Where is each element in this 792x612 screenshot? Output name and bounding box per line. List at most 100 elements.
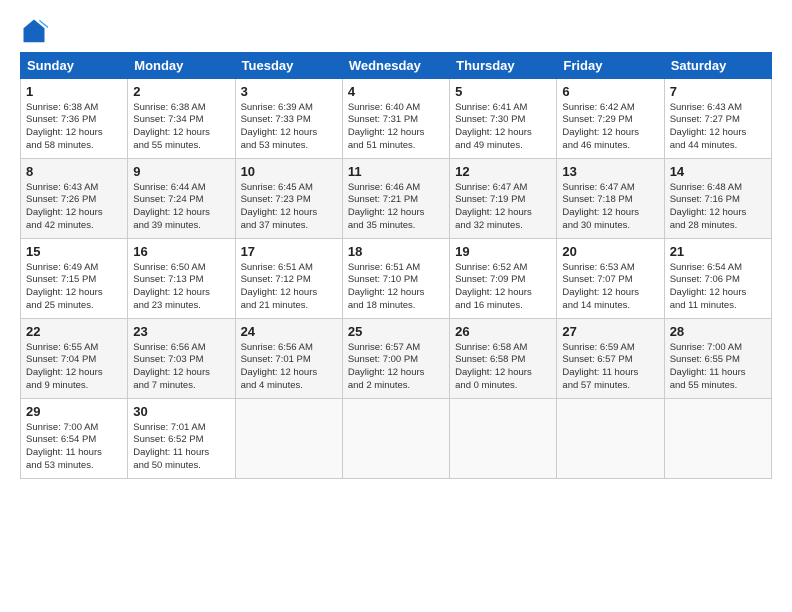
day-info: Sunrise: 6:45 AMSunset: 7:23 PMDaylight:…: [241, 182, 337, 233]
day-cell: 7Sunrise: 6:43 AMSunset: 7:27 PMDaylight…: [664, 79, 771, 159]
day-cell: 9Sunrise: 6:44 AMSunset: 7:24 PMDaylight…: [128, 159, 235, 239]
day-number: 8: [26, 163, 122, 181]
weekday-sunday: Sunday: [21, 53, 128, 79]
day-info: Sunrise: 6:38 AMSunset: 7:36 PMDaylight:…: [26, 102, 122, 153]
calendar-table: SundayMondayTuesdayWednesdayThursdayFrid…: [20, 52, 772, 479]
day-info: Sunrise: 6:47 AMSunset: 7:19 PMDaylight:…: [455, 182, 551, 233]
day-info: Sunrise: 6:51 AMSunset: 7:10 PMDaylight:…: [348, 262, 444, 313]
day-cell: 22Sunrise: 6:55 AMSunset: 7:04 PMDayligh…: [21, 319, 128, 399]
day-info: Sunrise: 6:46 AMSunset: 7:21 PMDaylight:…: [348, 182, 444, 233]
day-info: Sunrise: 6:59 AMSunset: 6:57 PMDaylight:…: [562, 342, 658, 393]
day-cell: 26Sunrise: 6:58 AMSunset: 6:58 PMDayligh…: [450, 319, 557, 399]
day-info: Sunrise: 6:54 AMSunset: 7:06 PMDaylight:…: [670, 262, 766, 313]
day-number: 25: [348, 323, 444, 341]
day-info: Sunrise: 7:01 AMSunset: 6:52 PMDaylight:…: [133, 422, 229, 473]
day-info: Sunrise: 6:47 AMSunset: 7:18 PMDaylight:…: [562, 182, 658, 233]
weekday-friday: Friday: [557, 53, 664, 79]
day-number: 5: [455, 83, 551, 101]
day-number: 21: [670, 243, 766, 261]
page-header: [20, 16, 772, 44]
week-row-2: 8Sunrise: 6:43 AMSunset: 7:26 PMDaylight…: [21, 159, 772, 239]
day-info: Sunrise: 6:58 AMSunset: 6:58 PMDaylight:…: [455, 342, 551, 393]
day-info: Sunrise: 6:55 AMSunset: 7:04 PMDaylight:…: [26, 342, 122, 393]
day-number: 13: [562, 163, 658, 181]
day-cell: 5Sunrise: 6:41 AMSunset: 7:30 PMDaylight…: [450, 79, 557, 159]
day-number: 27: [562, 323, 658, 341]
day-info: Sunrise: 7:00 AMSunset: 6:55 PMDaylight:…: [670, 342, 766, 393]
day-cell: 14Sunrise: 6:48 AMSunset: 7:16 PMDayligh…: [664, 159, 771, 239]
day-number: 14: [670, 163, 766, 181]
week-row-4: 22Sunrise: 6:55 AMSunset: 7:04 PMDayligh…: [21, 319, 772, 399]
day-number: 1: [26, 83, 122, 101]
day-info: Sunrise: 6:51 AMSunset: 7:12 PMDaylight:…: [241, 262, 337, 313]
day-number: 7: [670, 83, 766, 101]
day-info: Sunrise: 6:40 AMSunset: 7:31 PMDaylight:…: [348, 102, 444, 153]
day-info: Sunrise: 6:42 AMSunset: 7:29 PMDaylight:…: [562, 102, 658, 153]
day-cell: 11Sunrise: 6:46 AMSunset: 7:21 PMDayligh…: [342, 159, 449, 239]
day-number: 4: [348, 83, 444, 101]
day-info: Sunrise: 6:49 AMSunset: 7:15 PMDaylight:…: [26, 262, 122, 313]
calendar-body: 1Sunrise: 6:38 AMSunset: 7:36 PMDaylight…: [21, 79, 772, 479]
day-info: Sunrise: 6:39 AMSunset: 7:33 PMDaylight:…: [241, 102, 337, 153]
day-number: 24: [241, 323, 337, 341]
day-info: Sunrise: 6:57 AMSunset: 7:00 PMDaylight:…: [348, 342, 444, 393]
day-cell: 12Sunrise: 6:47 AMSunset: 7:19 PMDayligh…: [450, 159, 557, 239]
day-info: Sunrise: 6:43 AMSunset: 7:26 PMDaylight:…: [26, 182, 122, 233]
day-cell: [235, 399, 342, 479]
day-number: 6: [562, 83, 658, 101]
day-number: 20: [562, 243, 658, 261]
day-number: 2: [133, 83, 229, 101]
day-cell: [664, 399, 771, 479]
day-info: Sunrise: 6:52 AMSunset: 7:09 PMDaylight:…: [455, 262, 551, 313]
day-info: Sunrise: 7:00 AMSunset: 6:54 PMDaylight:…: [26, 422, 122, 473]
day-number: 23: [133, 323, 229, 341]
day-number: 11: [348, 163, 444, 181]
logo: [20, 16, 52, 44]
day-number: 17: [241, 243, 337, 261]
weekday-tuesday: Tuesday: [235, 53, 342, 79]
logo-icon: [20, 16, 48, 44]
day-info: Sunrise: 6:50 AMSunset: 7:13 PMDaylight:…: [133, 262, 229, 313]
day-cell: 21Sunrise: 6:54 AMSunset: 7:06 PMDayligh…: [664, 239, 771, 319]
week-row-5: 29Sunrise: 7:00 AMSunset: 6:54 PMDayligh…: [21, 399, 772, 479]
day-cell: 13Sunrise: 6:47 AMSunset: 7:18 PMDayligh…: [557, 159, 664, 239]
day-cell: 10Sunrise: 6:45 AMSunset: 7:23 PMDayligh…: [235, 159, 342, 239]
week-row-1: 1Sunrise: 6:38 AMSunset: 7:36 PMDaylight…: [21, 79, 772, 159]
day-number: 18: [348, 243, 444, 261]
day-info: Sunrise: 6:38 AMSunset: 7:34 PMDaylight:…: [133, 102, 229, 153]
day-cell: 4Sunrise: 6:40 AMSunset: 7:31 PMDaylight…: [342, 79, 449, 159]
day-cell: 23Sunrise: 6:56 AMSunset: 7:03 PMDayligh…: [128, 319, 235, 399]
day-cell: 8Sunrise: 6:43 AMSunset: 7:26 PMDaylight…: [21, 159, 128, 239]
day-cell: 30Sunrise: 7:01 AMSunset: 6:52 PMDayligh…: [128, 399, 235, 479]
day-number: 15: [26, 243, 122, 261]
day-info: Sunrise: 6:53 AMSunset: 7:07 PMDaylight:…: [562, 262, 658, 313]
day-cell: 2Sunrise: 6:38 AMSunset: 7:34 PMDaylight…: [128, 79, 235, 159]
day-number: 28: [670, 323, 766, 341]
day-cell: [557, 399, 664, 479]
day-number: 19: [455, 243, 551, 261]
day-number: 16: [133, 243, 229, 261]
day-info: Sunrise: 6:43 AMSunset: 7:27 PMDaylight:…: [670, 102, 766, 153]
day-info: Sunrise: 6:44 AMSunset: 7:24 PMDaylight:…: [133, 182, 229, 233]
day-cell: [450, 399, 557, 479]
day-cell: 3Sunrise: 6:39 AMSunset: 7:33 PMDaylight…: [235, 79, 342, 159]
day-cell: 24Sunrise: 6:56 AMSunset: 7:01 PMDayligh…: [235, 319, 342, 399]
day-number: 30: [133, 403, 229, 421]
day-number: 9: [133, 163, 229, 181]
day-cell: 16Sunrise: 6:50 AMSunset: 7:13 PMDayligh…: [128, 239, 235, 319]
week-row-3: 15Sunrise: 6:49 AMSunset: 7:15 PMDayligh…: [21, 239, 772, 319]
weekday-monday: Monday: [128, 53, 235, 79]
day-number: 29: [26, 403, 122, 421]
day-cell: 29Sunrise: 7:00 AMSunset: 6:54 PMDayligh…: [21, 399, 128, 479]
day-info: Sunrise: 6:48 AMSunset: 7:16 PMDaylight:…: [670, 182, 766, 233]
day-info: Sunrise: 6:56 AMSunset: 7:01 PMDaylight:…: [241, 342, 337, 393]
day-cell: 25Sunrise: 6:57 AMSunset: 7:00 PMDayligh…: [342, 319, 449, 399]
day-number: 3: [241, 83, 337, 101]
day-cell: 17Sunrise: 6:51 AMSunset: 7:12 PMDayligh…: [235, 239, 342, 319]
day-cell: 27Sunrise: 6:59 AMSunset: 6:57 PMDayligh…: [557, 319, 664, 399]
day-number: 26: [455, 323, 551, 341]
day-info: Sunrise: 6:41 AMSunset: 7:30 PMDaylight:…: [455, 102, 551, 153]
day-cell: [342, 399, 449, 479]
day-info: Sunrise: 6:56 AMSunset: 7:03 PMDaylight:…: [133, 342, 229, 393]
day-cell: 19Sunrise: 6:52 AMSunset: 7:09 PMDayligh…: [450, 239, 557, 319]
